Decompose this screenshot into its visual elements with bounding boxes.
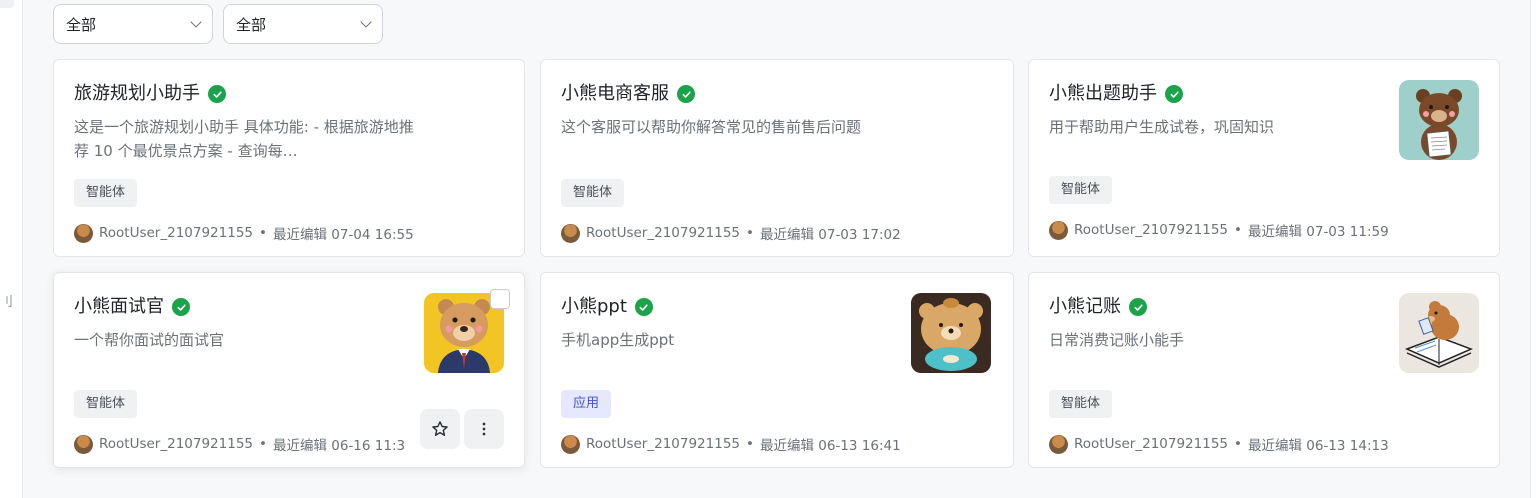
chevron-down-icon (190, 16, 202, 28)
card-meta: RootUser_2107921155 • 最近编辑 06-13 16:41 (561, 434, 901, 454)
card-description: 这是一个旅游规划小助手 具体功能: - 根据旅游地推荐 10 个最优景点方案 -… (74, 118, 414, 160)
agent-card[interactable]: 小熊电商客服 这个客服可以帮助你解答常见的售前售后问题 智能体 RootUser… (540, 59, 1014, 257)
card-type-tag: 应用 (561, 390, 612, 418)
avatar (1049, 434, 1068, 454)
left-rail: 刂 (0, 0, 23, 498)
check-circle-icon (1129, 298, 1147, 316)
more-options-button[interactable] (464, 409, 504, 449)
avatar (1049, 220, 1068, 240)
filter-select-1[interactable]: 全部 (53, 4, 213, 44)
avatar (561, 434, 580, 454)
filter-select-2-value: 全部 (236, 15, 267, 34)
card-description: 一个帮你面试的面试官 (74, 331, 225, 349)
card-title-row: 旅游规划小助手 (74, 84, 226, 104)
card-meta: RootUser_2107921155 • 最近编辑 07-03 11:59 (1049, 220, 1389, 240)
avatar (561, 223, 580, 243)
card-title-row: 小熊出题助手 (1049, 84, 1183, 104)
star-icon (432, 421, 448, 436)
filter-select-1-value: 全部 (66, 15, 97, 34)
card-meta: RootUser_2107921155 • 最近编辑 07-04 16:55 (74, 223, 414, 243)
card-type-tag: 智能体 (561, 179, 625, 207)
card-description: 这个客服可以帮助你解答常见的售前售后问题 (561, 118, 862, 136)
rail-nub (0, 0, 14, 8)
card-user: RootUser_2107921155 (586, 436, 740, 452)
avatar (74, 434, 93, 454)
agent-card[interactable]: 小熊记账 日常消费记账小能手 智能体 RootUser_2107921155 •… (1028, 272, 1500, 468)
check-circle-icon (172, 298, 190, 316)
meta-separator: • (746, 225, 754, 241)
rail-glyph: 刂 (0, 295, 14, 310)
card-user: RootUser_2107921155 (1074, 436, 1228, 452)
card-type-tag: 智能体 (1049, 390, 1113, 418)
bear-accounting-thumbnail (1399, 293, 1479, 373)
card-user: RootUser_2107921155 (99, 436, 253, 452)
check-circle-icon (208, 85, 226, 103)
card-user: RootUser_2107921155 (1074, 222, 1228, 238)
filter-select-2[interactable]: 全部 (223, 4, 383, 44)
more-vertical-icon (482, 422, 486, 436)
card-description: 日常消费记账小能手 (1049, 331, 1185, 349)
favorite-button[interactable] (420, 409, 460, 449)
meta-separator: • (746, 436, 754, 452)
card-edited-time: 最近编辑 07-03 11:59 (1247, 224, 1389, 240)
card-edited-time: 最近编辑 06-13 14:13 (1247, 438, 1389, 454)
avatar (74, 223, 93, 243)
card-edited-time: 最近编辑 07-04 16:55 (272, 227, 414, 243)
agent-card[interactable]: 小熊面试官 一个帮你面试的面试官 智能体 RootUser_2107921155… (53, 272, 525, 468)
bear-with-paper-thumbnail (1399, 80, 1479, 160)
card-type-tag: 智能体 (1049, 176, 1113, 204)
card-edited-time: 最近编辑 06-16 11:3 (272, 438, 406, 454)
select-checkbox[interactable] (490, 289, 510, 309)
right-edge (1530, 0, 1536, 498)
chevron-down-icon (360, 16, 372, 28)
card-title: 旅游规划小助手 (74, 83, 200, 104)
card-title-row: 小熊ppt (561, 297, 653, 317)
check-circle-icon (1165, 85, 1183, 103)
card-type-tag: 智能体 (74, 179, 138, 207)
app-card[interactable]: 小熊ppt 手机app生成ppt 应用 RootUser_2107921155 … (540, 272, 1014, 468)
agent-card[interactable]: 小熊出题助手 用于帮助用户生成试卷，巩固知识 智能体 RootUser_2107… (1028, 59, 1500, 257)
card-edited-time: 最近编辑 07-03 17:02 (759, 227, 901, 243)
card-meta: RootUser_2107921155 • 最近编辑 07-03 17:02 (561, 223, 901, 243)
card-title-row: 小熊电商客服 (561, 84, 695, 104)
card-user: RootUser_2107921155 (99, 225, 253, 241)
agent-card[interactable]: 旅游规划小助手 这是一个旅游规划小助手 具体功能: - 根据旅游地推荐 10 个… (53, 59, 525, 257)
card-title: 小熊面试官 (74, 296, 164, 317)
card-title-row: 小熊记账 (1049, 297, 1147, 317)
card-title: 小熊ppt (561, 296, 627, 317)
check-circle-icon (677, 85, 695, 103)
card-title: 小熊出题助手 (1049, 83, 1157, 104)
meta-separator: • (259, 225, 267, 241)
card-meta: RootUser_2107921155 • 最近编辑 06-16 11:3 (74, 434, 405, 454)
card-type-tag: 智能体 (74, 390, 138, 418)
card-description: 手机app生成ppt (561, 331, 675, 349)
card-title-row: 小熊面试官 (74, 297, 190, 317)
card-description: 用于帮助用户生成试卷，巩固知识 (1049, 118, 1275, 136)
card-meta: RootUser_2107921155 • 最近编辑 06-13 14:13 (1049, 434, 1389, 454)
meta-separator: • (1234, 436, 1242, 452)
check-circle-icon (634, 298, 653, 316)
meta-separator: • (1234, 222, 1242, 238)
card-title: 小熊电商客服 (561, 83, 669, 104)
meta-separator: • (259, 436, 267, 452)
card-title: 小熊记账 (1049, 296, 1121, 317)
plush-bear-thumbnail (911, 293, 991, 373)
card-edited-time: 最近编辑 06-13 16:41 (759, 438, 901, 454)
card-user: RootUser_2107921155 (586, 225, 740, 241)
